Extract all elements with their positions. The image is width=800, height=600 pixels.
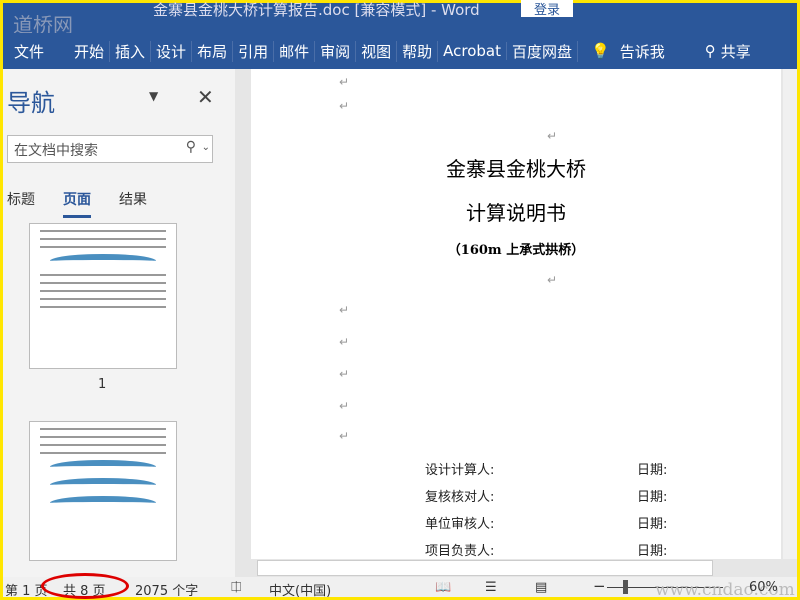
tab-file[interactable]: 文件 (9, 41, 49, 62)
login-button[interactable]: 登录 (521, 0, 573, 18)
signature-role: 复核核对人: (425, 490, 495, 505)
read-mode-icon[interactable]: 📖 (435, 580, 451, 595)
web-layout-icon[interactable]: ▤ (535, 580, 547, 595)
annotation-circle (41, 573, 129, 599)
ribbon-tabs: 文件 开始 插入 设计 布局 引用 邮件 审阅 视图 帮助 Acrobat 百度… (3, 33, 797, 69)
window-title: 金寨县金桃大桥计算报告.doc [兼容模式] - Word (153, 1, 480, 19)
signature-role: 项目负责人: (425, 544, 495, 559)
doc-bridge-type: （160m 上承式拱桥） (447, 243, 585, 258)
tab-insert[interactable]: 插入 (110, 40, 152, 62)
doc-subtitle: 计算说明书 (466, 201, 566, 225)
nav-options-icon[interactable]: ▼ (149, 89, 158, 103)
signature-date: 日期: (637, 544, 668, 559)
nav-tabs: 标题 页面 结果 (7, 189, 147, 218)
vertical-scrollbar[interactable] (783, 69, 797, 559)
tab-results[interactable]: 结果 (119, 189, 147, 218)
tab-help[interactable]: 帮助 (397, 40, 439, 62)
word-count[interactable]: 2075 个字 (135, 580, 198, 599)
signature-role: 设计计算人: (425, 463, 495, 478)
share-button[interactable]: 共享 (721, 41, 751, 62)
search-icon[interactable]: ⚲ (186, 139, 196, 155)
tab-home[interactable]: 开始 (69, 40, 111, 62)
tab-review[interactable]: 审阅 (315, 40, 357, 62)
page-number-label: 1 (98, 377, 107, 392)
navigation-pane: 导航 ▼ ✕ 在文档中搜索 ⚲ ⌄ 标题 页面 结果 1 (3, 69, 235, 577)
tab-view[interactable]: 视图 (356, 40, 398, 62)
search-input[interactable]: 在文档中搜索 ⚲ ⌄ (7, 135, 213, 163)
proofing-icon[interactable]: ⎅ (231, 580, 241, 595)
signature-role: 单位审核人: (425, 517, 495, 532)
tab-references[interactable]: 引用 (233, 40, 275, 62)
tab-headings[interactable]: 标题 (7, 189, 35, 218)
lightbulb-icon: 💡 (591, 42, 610, 60)
chevron-down-icon[interactable]: ⌄ (202, 142, 210, 153)
horizontal-scrollbar[interactable] (235, 559, 797, 577)
search-placeholder: 在文档中搜索 (14, 143, 98, 159)
tab-acrobat[interactable]: Acrobat (438, 42, 508, 60)
language[interactable]: 中文(中国) (269, 580, 331, 599)
tab-layout[interactable]: 布局 (192, 40, 234, 62)
tab-mailings[interactable]: 邮件 (274, 40, 316, 62)
zoom-out-button[interactable]: − (593, 577, 606, 595)
doc-title: 金寨县金桃大桥 (446, 157, 586, 181)
document-area: ↵ ↵ ↵ 金寨县金桃大桥 计算说明书 （160m 上承式拱桥） ↵ ↵ ↵ ↵… (235, 69, 797, 559)
tab-baidu[interactable]: 百度网盘 (507, 40, 579, 62)
signature-date: 日期: (637, 463, 668, 478)
title-bar: 道桥网 金寨县金桃大桥计算报告.doc [兼容模式] - Word 登录 (3, 0, 797, 37)
user-icon: ⚲ (704, 42, 716, 60)
page-thumbnail-2[interactable] (29, 421, 177, 561)
nav-title: 导航 (7, 89, 55, 117)
signature-date: 日期: (637, 517, 668, 532)
page-thumbnail-1[interactable] (29, 223, 177, 369)
tell-me-button[interactable]: 告诉我 (615, 41, 670, 62)
document-page[interactable]: ↵ ↵ ↵ 金寨县金桃大桥 计算说明书 （160m 上承式拱桥） ↵ ↵ ↵ ↵… (251, 69, 781, 559)
tab-pages[interactable]: 页面 (63, 189, 91, 218)
zoom-level[interactable]: 60% (749, 580, 778, 595)
close-icon[interactable]: ✕ (197, 85, 214, 109)
tab-design[interactable]: 设计 (151, 40, 193, 62)
status-bar: 第 1 页 共 8 页 2075 个字 ⎅ 中文(中国) 📖 ☰ ▤ − www… (3, 573, 797, 600)
scroll-thumb[interactable] (257, 560, 713, 576)
signature-date: 日期: (637, 490, 668, 505)
print-layout-icon[interactable]: ☰ (485, 580, 497, 595)
